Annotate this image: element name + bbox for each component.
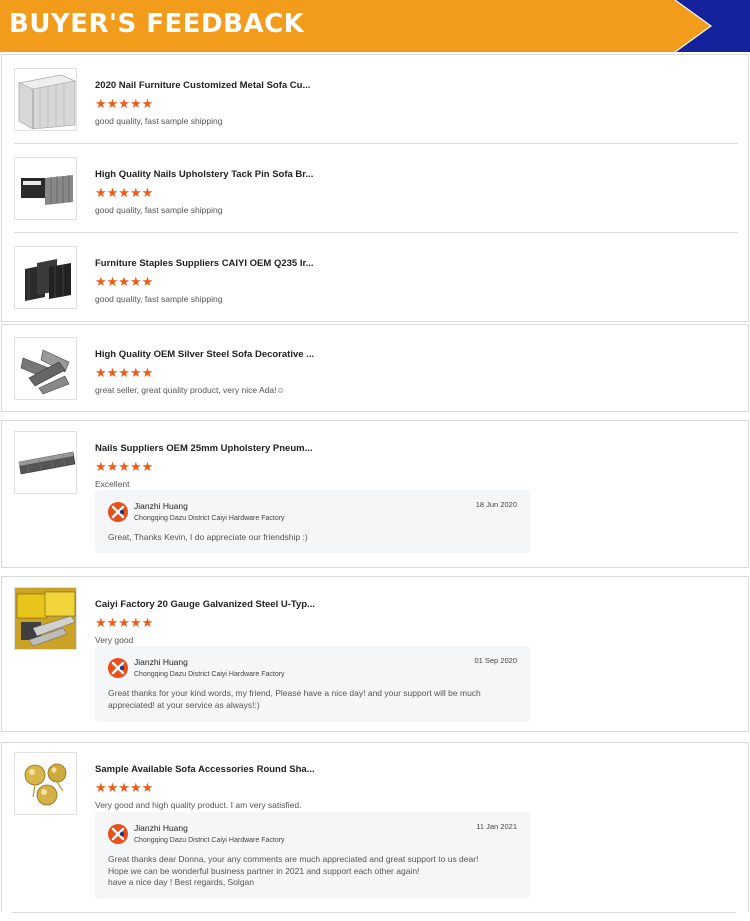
rating-stars: ★★★★★ [95,274,154,289]
seller-logo-icon [108,658,128,678]
seller-company: Chongqing Dazu District Caiyi Hardware F… [134,515,285,522]
rating-stars: ★★★★★ [95,780,154,795]
product-title[interactable]: High Quality OEM Silver Steel Sofa Decor… [95,349,314,360]
reply-text: Great, Thanks Kevin, I do appreciate our… [108,532,308,542]
reply-text: Great thanks dear Donna, your any commen… [108,854,479,887]
review-comment: Very good [95,635,134,645]
reply-text: Great thanks for your kind words, my fri… [108,688,481,710]
seller-reply: Jianzhi Huang Chongqing Dazu District Ca… [95,646,530,722]
review-card: Nails Suppliers OEM 25mm Upholstery Pneu… [1,420,749,568]
staple-box-image[interactable] [14,157,77,220]
reply-date: 18 Jun 2020 [475,500,517,509]
rating-stars: ★★★★★ [95,615,154,630]
divider [14,143,738,144]
banner-title: BUYER'S FEEDBACK [9,9,305,39]
feedback-banner: BUYER'S FEEDBACK [0,0,750,52]
silver-staples-image[interactable] [14,337,77,400]
product-title[interactable]: Caiyi Factory 20 Gauge Galvanized Steel … [95,599,315,610]
seller-logo-icon [108,502,128,522]
seller-name: Jianzhi Huang [134,823,188,833]
review-card: Sample Available Sofa Accessories Round … [1,742,749,912]
seller-logo-icon [108,824,128,844]
review-comment: good quality, fast sample shipping [95,205,223,215]
rating-stars: ★★★★★ [95,96,154,111]
seller-reply: Jianzhi Huang Chongqing Dazu District Ca… [95,812,530,899]
review-comment: great seller, great quality product, ver… [95,385,286,395]
reply-date: 01 Sep 2020 [474,656,517,665]
reply-date: 11 Jan 2021 [476,822,517,831]
review-card-group: 2020 Nail Furniture Customized Metal Sof… [1,54,749,322]
product-title[interactable]: Furniture Staples Suppliers CAIYI OEM Q2… [95,258,314,269]
seller-company: Chongqing Dazu District Caiyi Hardware F… [134,837,285,844]
rating-stars: ★★★★★ [95,185,154,200]
review-comment: good quality, fast sample shipping [95,116,223,126]
product-title[interactable]: Nails Suppliers OEM 25mm Upholstery Pneu… [95,443,313,454]
nail-strip-image[interactable] [14,68,77,131]
product-title[interactable]: Sample Available Sofa Accessories Round … [95,764,315,775]
product-title[interactable]: 2020 Nail Furniture Customized Metal Sof… [95,80,310,91]
divider [12,912,736,913]
review-comment: good quality, fast sample shipping [95,294,223,304]
gold-tacks-image[interactable] [14,752,77,815]
review-card: Caiyi Factory 20 Gauge Galvanized Steel … [1,576,749,732]
seller-name: Jianzhi Huang [134,501,188,511]
yellow-box-staples-image[interactable] [14,587,77,650]
seller-reply: Jianzhi Huang Chongqing Dazu District Ca… [95,490,530,553]
review-comment: Very good and high quality product. I am… [95,800,302,810]
seller-name: Jianzhi Huang [134,657,188,667]
divider [14,232,738,233]
rating-stars: ★★★★★ [95,459,154,474]
product-title[interactable]: High Quality Nails Upholstery Tack Pin S… [95,169,313,180]
seller-company: Chongqing Dazu District Caiyi Hardware F… [134,671,285,678]
rating-stars: ★★★★★ [95,365,154,380]
brad-nail-strip-image[interactable] [14,431,77,494]
black-staples-image[interactable] [14,246,77,309]
review-card: High Quality OEM Silver Steel Sofa Decor… [1,324,749,412]
review-comment: Excellent [95,479,130,489]
